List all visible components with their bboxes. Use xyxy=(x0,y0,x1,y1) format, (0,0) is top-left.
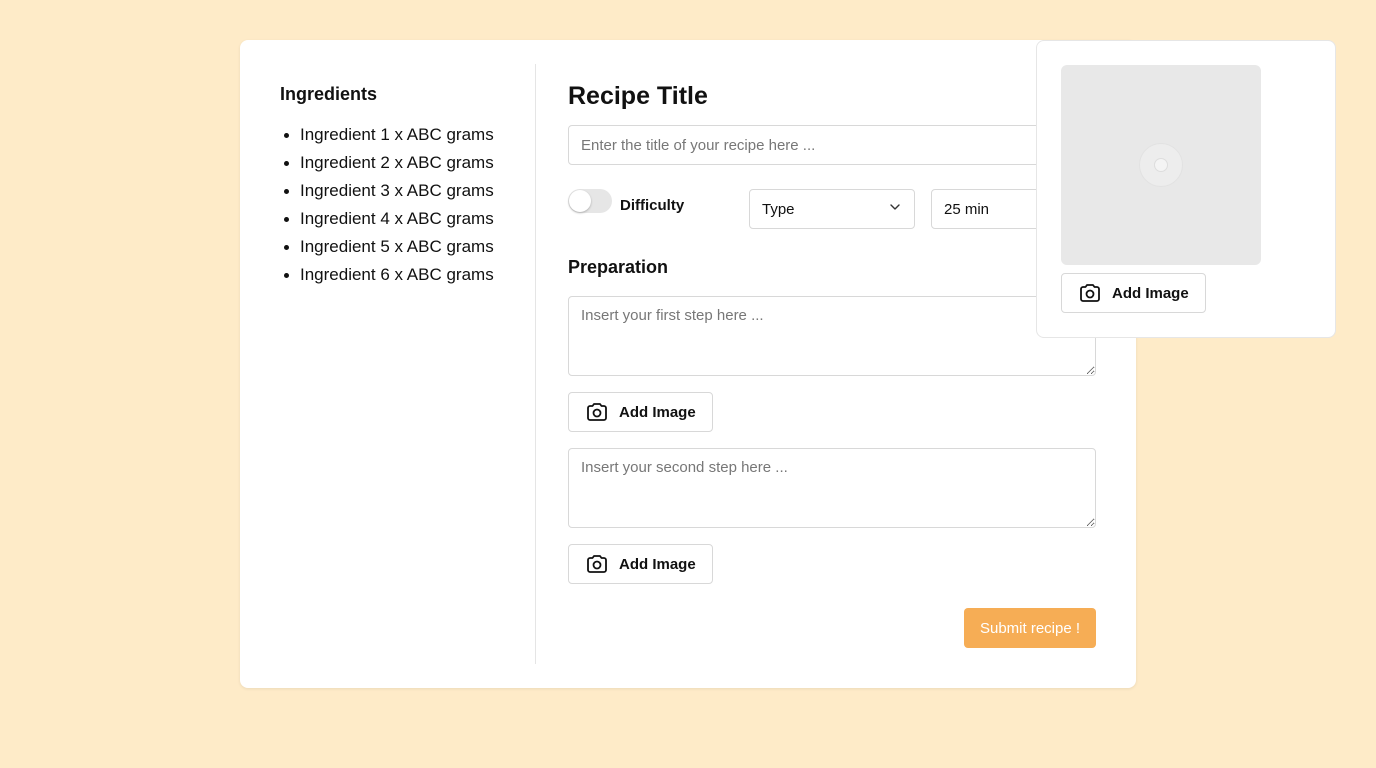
preparation-title: Preparation xyxy=(568,257,669,277)
type-select-value: Type xyxy=(762,200,795,218)
add-image-label: Add Image xyxy=(619,403,696,421)
image-loading-icon xyxy=(1139,143,1183,187)
divider xyxy=(535,64,536,664)
camera-icon xyxy=(1078,281,1102,305)
add-image-label: Add Image xyxy=(619,555,696,573)
time-value: 25 min xyxy=(944,200,990,218)
list-item: Ingredient 5 x ABC grams xyxy=(280,233,520,261)
ingredients-list: Ingredient 1 x ABC grams Ingredient 2 x … xyxy=(280,121,520,289)
difficulty-label: Difficulty xyxy=(620,197,685,214)
toggle-knob xyxy=(569,190,591,212)
step-2-textarea[interactable] xyxy=(568,448,1096,528)
type-select[interactable]: Type xyxy=(749,189,915,229)
list-item: Ingredient 2 x ABC grams xyxy=(280,149,520,177)
camera-icon xyxy=(585,400,609,424)
step-1-textarea[interactable] xyxy=(568,296,1096,376)
recipe-card: Ingredients Ingredient 1 x ABC grams Ing… xyxy=(240,40,1136,688)
recipe-form: Recipe Title Difficulty Type 25 min Prep… xyxy=(568,80,1096,600)
page-title: Recipe Title xyxy=(568,82,708,110)
ingredients-panel: Ingredients Ingredient 1 x ABC grams Ing… xyxy=(280,84,520,289)
list-item: Ingredient 1 x ABC grams xyxy=(280,121,520,149)
list-item: Ingredient 4 x ABC grams xyxy=(280,205,520,233)
options-row: Difficulty Type 25 min xyxy=(568,189,1096,229)
difficulty-toggle[interactable] xyxy=(568,189,612,213)
recipe-title-input[interactable] xyxy=(568,125,1096,165)
list-item: Ingredient 3 x ABC grams xyxy=(280,177,520,205)
list-item: Ingredient 6 x ABC grams xyxy=(280,261,520,289)
add-image-label: Add Image xyxy=(1112,284,1189,302)
camera-icon xyxy=(585,552,609,576)
ingredients-title: Ingredients xyxy=(280,84,378,104)
image-loading-inner xyxy=(1154,158,1168,172)
image-preview-card: Add Image xyxy=(1036,40,1336,338)
chevron-down-icon xyxy=(888,200,902,218)
add-image-button-step-2[interactable]: Add Image xyxy=(568,544,713,584)
add-image-button-main[interactable]: Add Image xyxy=(1061,273,1206,313)
add-image-button-step-1[interactable]: Add Image xyxy=(568,392,713,432)
submit-recipe-button[interactable]: Submit recipe ! xyxy=(964,608,1096,648)
image-placeholder xyxy=(1061,65,1261,265)
